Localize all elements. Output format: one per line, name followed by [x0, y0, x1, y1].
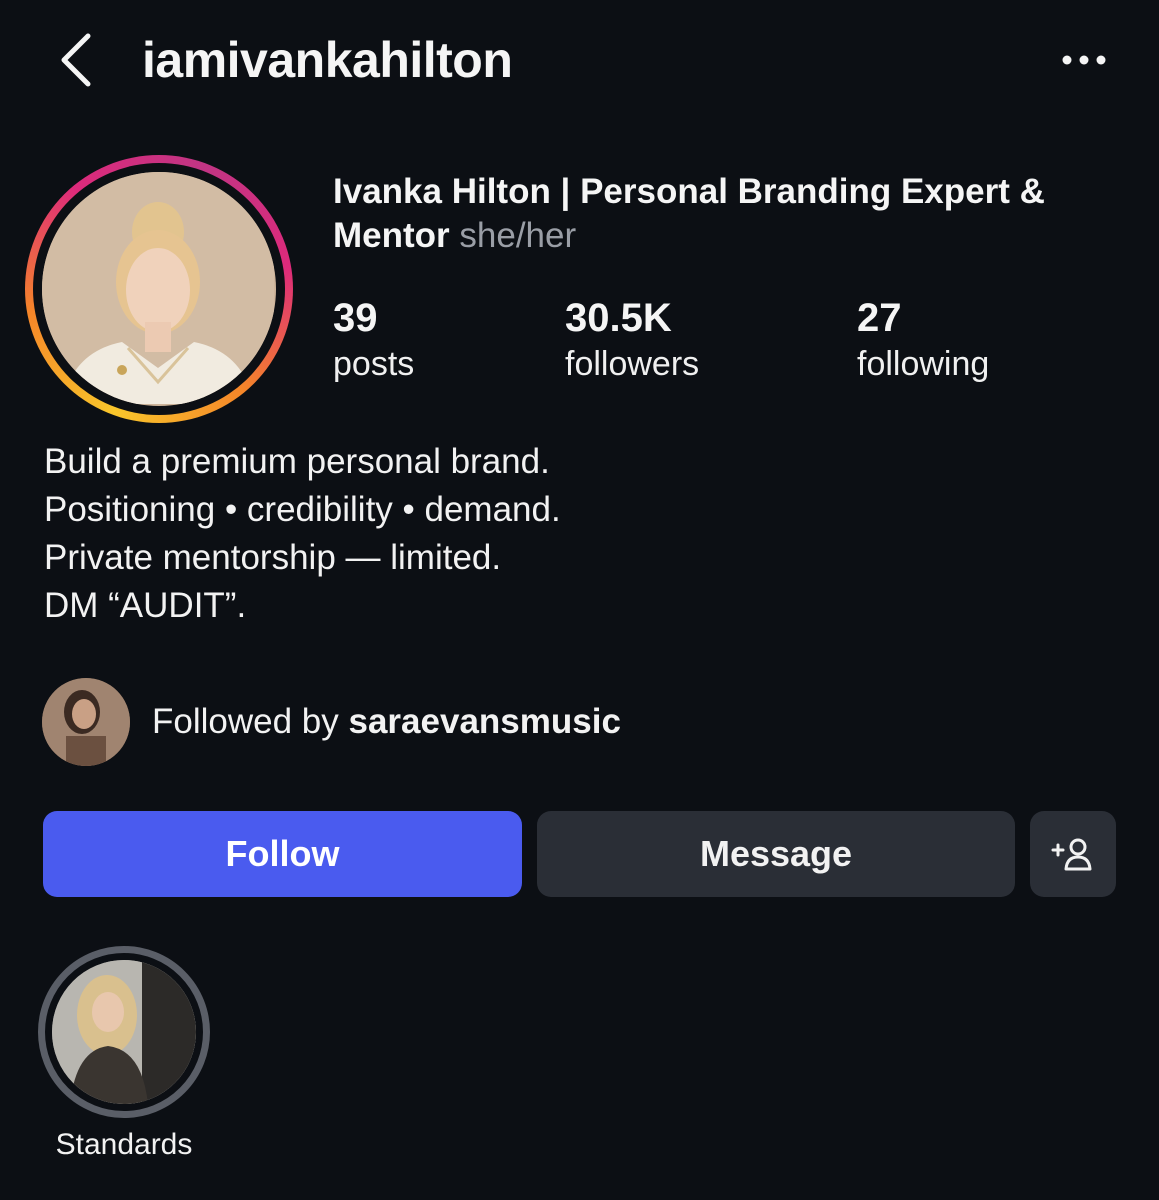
followed-by-row[interactable]: Followed by saraevansmusic [42, 678, 621, 766]
mutual-follower-avatar [42, 678, 130, 766]
bio-line: Build a premium personal brand. [44, 442, 550, 481]
highlight-label: Standards [55, 1128, 193, 1161]
highlight-cover [52, 960, 196, 1104]
more-horizontal-icon [1062, 55, 1106, 65]
story-ring[interactable] [25, 155, 293, 423]
posts-label: posts [333, 345, 415, 383]
suggested-accounts-button[interactable] [1030, 811, 1116, 897]
message-button[interactable]: Message [537, 811, 1015, 897]
posts-count: 39 [333, 296, 378, 340]
mutual-follower-username[interactable]: saraevansmusic [349, 702, 621, 741]
bio-line: Private mentorship — limited. [44, 538, 502, 577]
stat-followers[interactable]: 30.5K followers [565, 295, 699, 387]
add-person-icon [1051, 838, 1092, 871]
profile-header: iamivankahilton [0, 0, 1159, 120]
profile-bio: Build a premium personal brand. Position… [44, 438, 1094, 630]
back-button[interactable] [52, 28, 100, 92]
followed-by-text: Followed by saraevansmusic [152, 702, 621, 742]
following-count: 27 [857, 296, 902, 340]
chevron-left-icon [61, 33, 91, 87]
following-label: following [857, 345, 990, 383]
more-options-button[interactable] [1052, 36, 1116, 84]
stat-following[interactable]: 27 following [857, 295, 989, 387]
bio-line: DM “AUDIT”. [44, 586, 247, 625]
display-name-text: Ivanka Hilton | Personal Branding Expert… [333, 172, 1045, 255]
story-highlight[interactable] [38, 946, 210, 1118]
pronouns: she/her [459, 216, 577, 255]
profile-avatar [42, 172, 276, 406]
profile-username: iamivankahilton [142, 32, 513, 88]
followers-label: followers [565, 345, 700, 383]
stat-posts[interactable]: 39 posts [333, 295, 414, 387]
profile-display-name: Ivanka Hilton | Personal Branding Expert… [333, 170, 1133, 258]
followed-by-prefix: Followed by [152, 702, 339, 741]
followers-count: 30.5K [565, 296, 672, 340]
bio-line: Positioning • credibility • demand. [44, 490, 561, 529]
follow-button[interactable]: Follow [43, 811, 522, 897]
